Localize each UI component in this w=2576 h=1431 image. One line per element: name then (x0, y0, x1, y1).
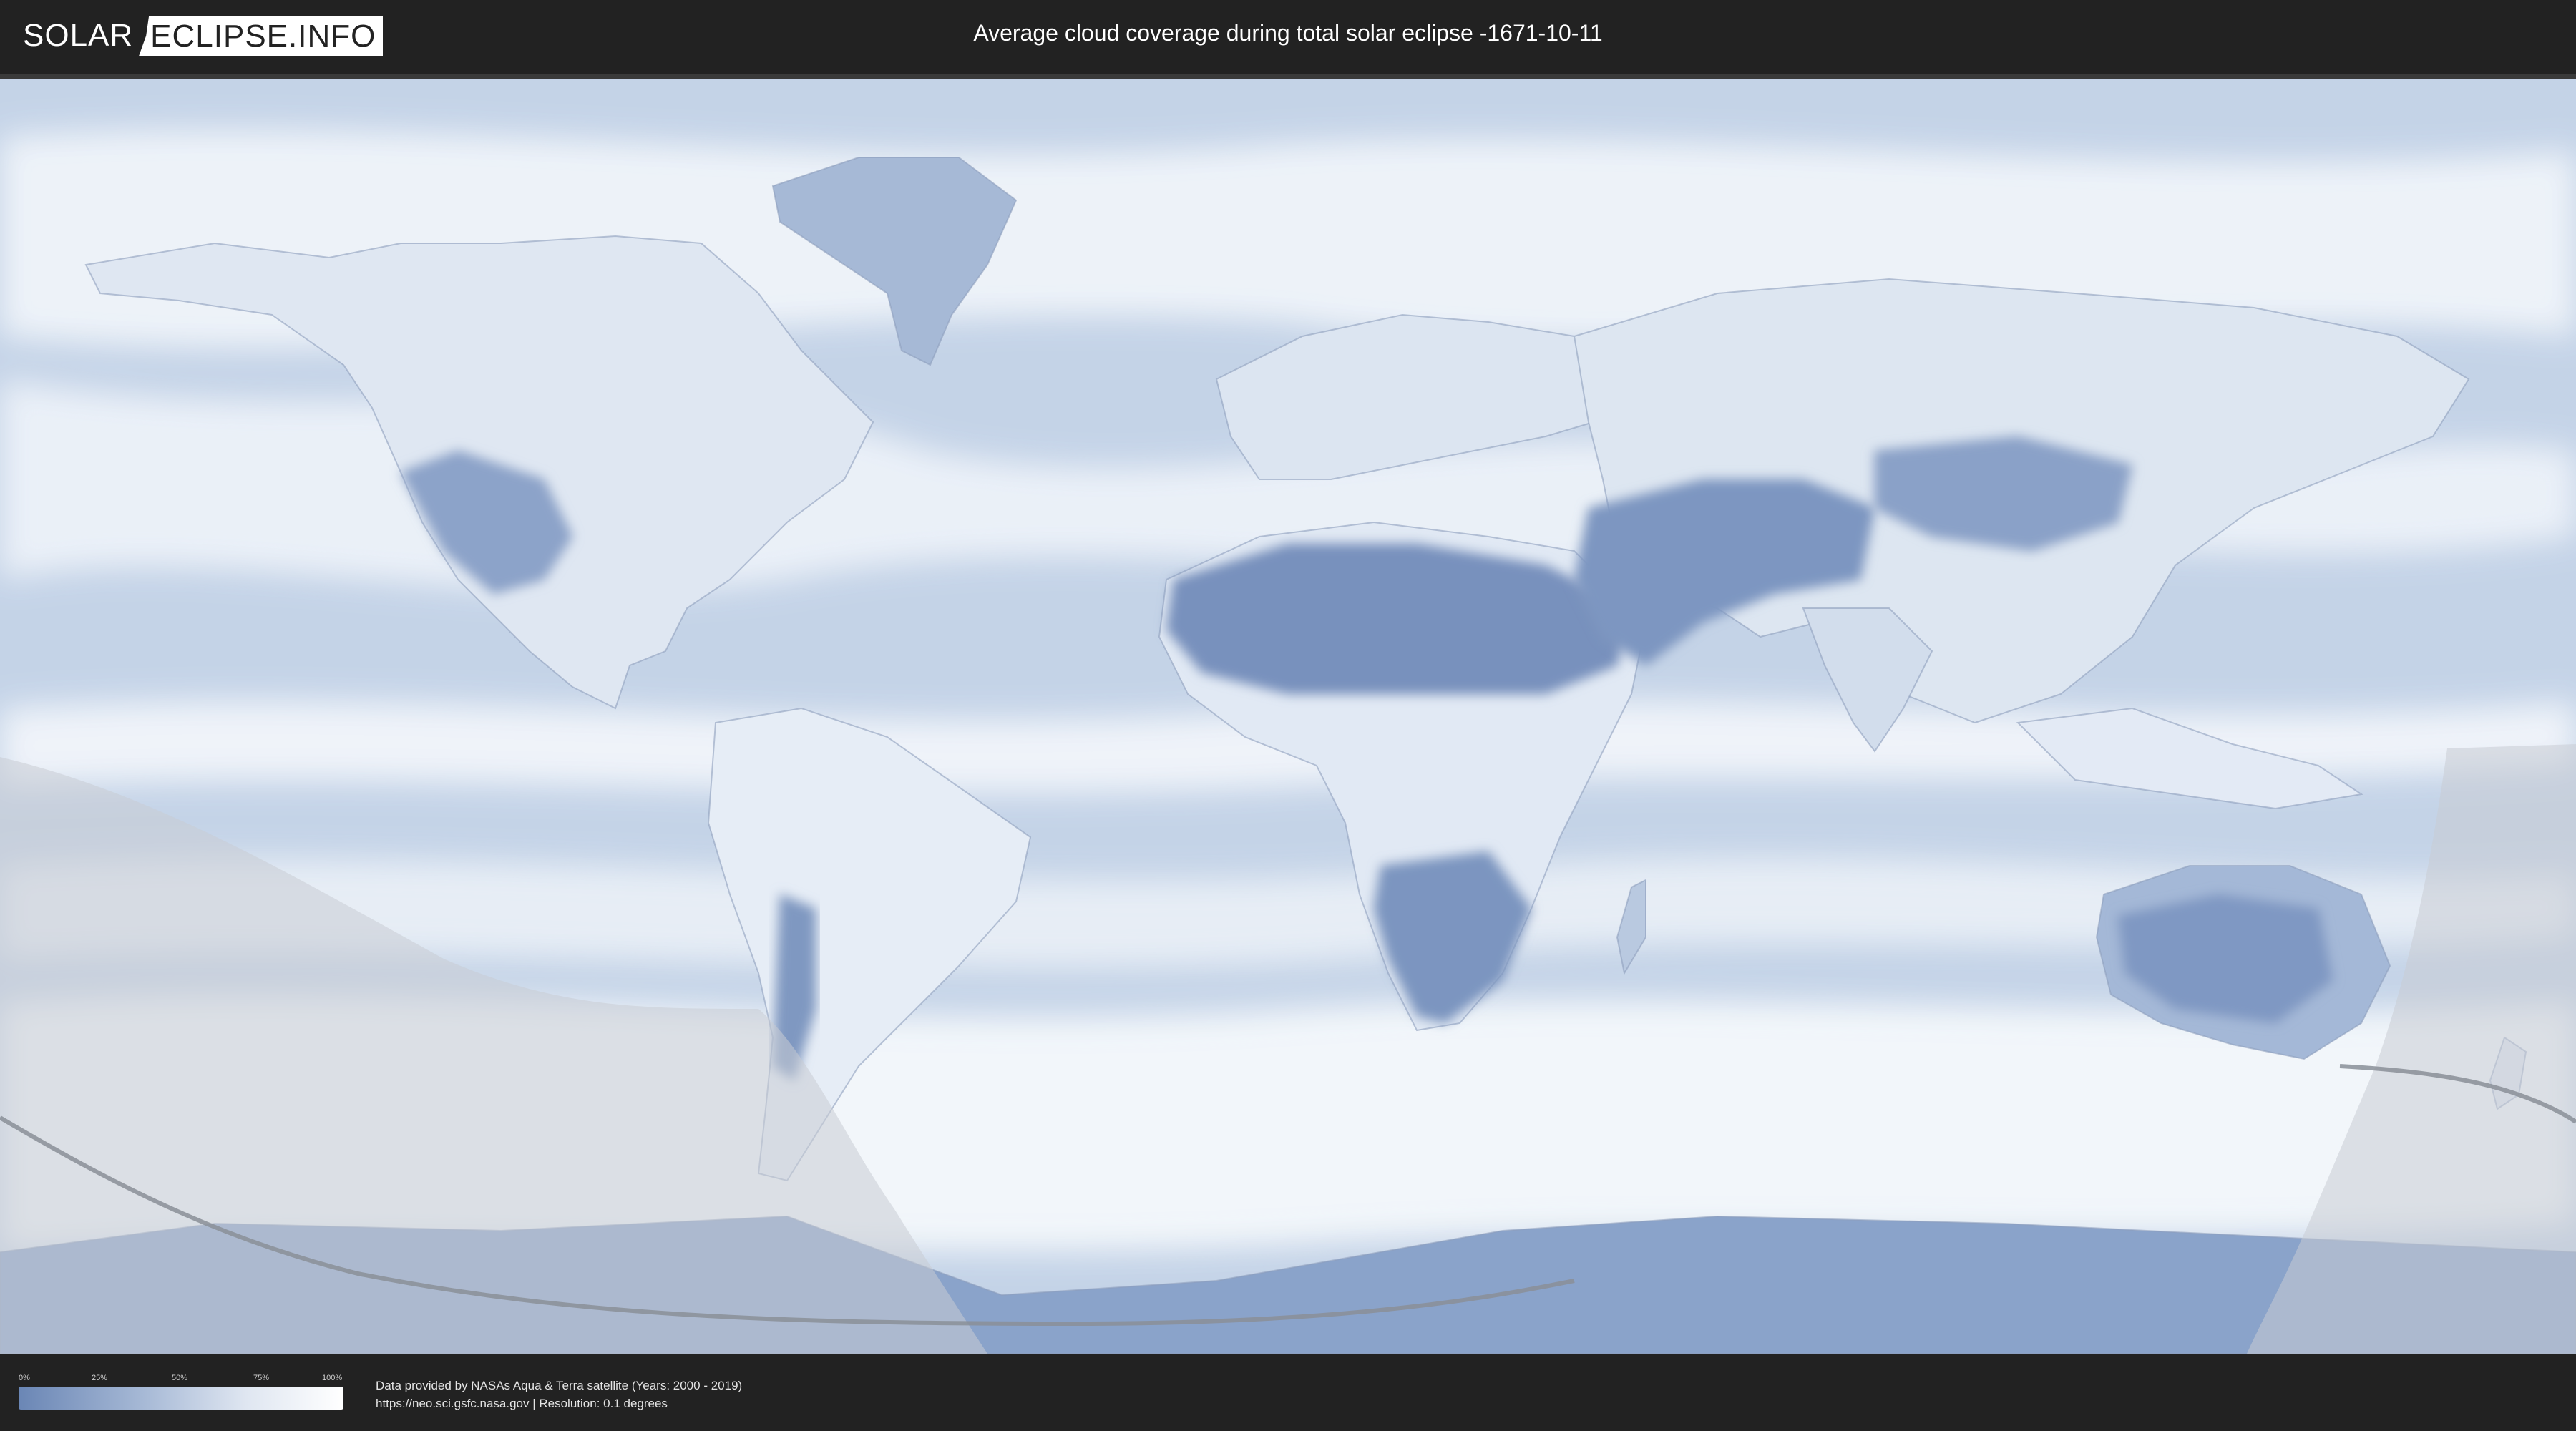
world-map-svg (0, 79, 2576, 1354)
data-source-text: https://neo.sci.gsfc.nasa.gov | Resoluti… (376, 1397, 668, 1410)
page-title: Average cloud coverage during total sola… (973, 20, 1603, 46)
legend-tick-50: 50% (172, 1374, 188, 1382)
legend-tick-0: 0% (19, 1374, 30, 1382)
legend-tick-25: 25% (92, 1374, 108, 1382)
legend-tick-75: 75% (253, 1374, 270, 1382)
data-credit-text: Data provided by NASAs Aqua & Terra sate… (376, 1379, 743, 1392)
legend-tick-100: 100% (322, 1374, 343, 1382)
legend-gradient-bar (19, 1387, 343, 1410)
cloud-coverage-map (0, 74, 2576, 1354)
header-bar: SOLAR ECLIPSE.INFO Average cloud coverag… (0, 0, 2576, 72)
